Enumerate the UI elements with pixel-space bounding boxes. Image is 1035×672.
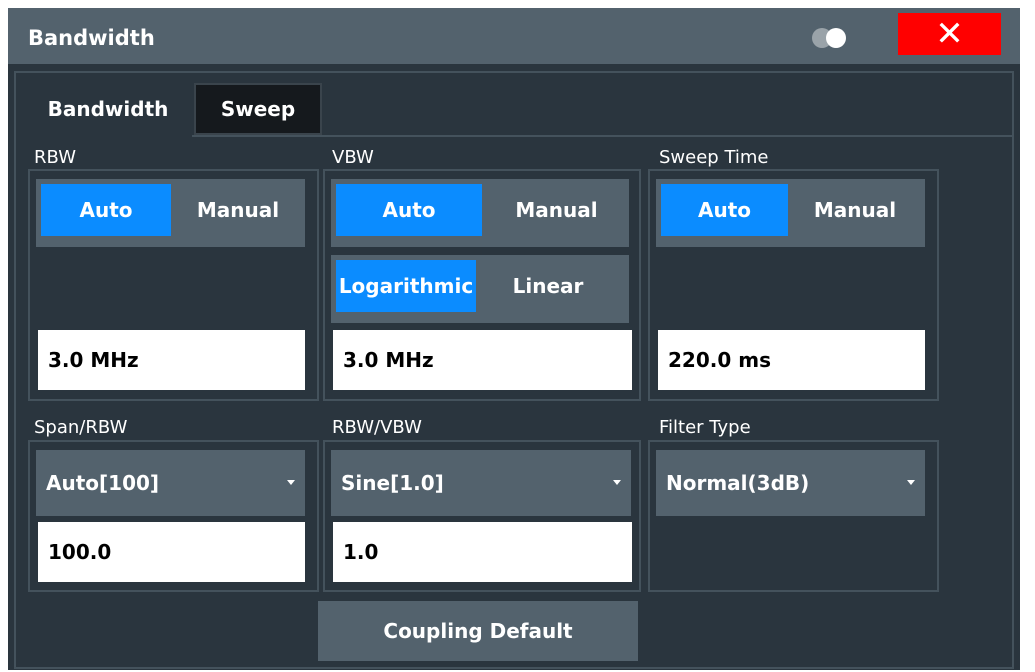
span-rbw-selected: Auto[100] — [46, 471, 160, 495]
rbw-mode-switch: Auto Manual — [36, 179, 305, 247]
span-rbw-value-field[interactable]: 100.0 — [38, 522, 305, 582]
tab-divider — [192, 135, 1012, 137]
coupling-default-button[interactable]: Coupling Default — [318, 601, 638, 661]
bandwidth-dialog: Bandwidth ✕ Bandwidth Sweep RBW Auto Man… — [8, 8, 1020, 670]
filter-type-label: Filter Type — [659, 417, 751, 438]
content-frame: Bandwidth Sweep RBW Auto Manual 3.0 MHz … — [14, 71, 1014, 669]
sweep-time-mode-switch: Auto Manual — [656, 179, 925, 247]
rbw-vbw-selected: Sine[1.0] — [341, 471, 444, 495]
sweep-time-auto-option[interactable]: Auto — [661, 184, 788, 236]
title-bar: Bandwidth ✕ — [8, 8, 1020, 64]
rbw-vbw-panel: Sine[1.0] 1.0 — [323, 440, 641, 592]
vbw-value-field[interactable]: 3.0 MHz — [333, 330, 632, 390]
rbw-vbw-label: RBW/VBW — [332, 417, 422, 438]
tab-bandwidth[interactable]: Bandwidth — [24, 83, 192, 135]
vbw-manual-option[interactable]: Manual — [484, 184, 629, 236]
caret-down-icon — [613, 480, 621, 485]
caret-down-icon — [907, 480, 915, 485]
rbw-vbw-value-field[interactable]: 1.0 — [333, 522, 632, 582]
span-rbw-label: Span/RBW — [34, 417, 128, 438]
vbw-scale-switch: Logarithmic Linear — [331, 255, 629, 323]
span-rbw-panel: Auto[100] 100.0 — [28, 440, 319, 592]
toggle-icon[interactable] — [808, 27, 858, 49]
sweep-time-label: Sweep Time — [659, 147, 769, 168]
filter-type-panel: Normal(3dB) — [648, 440, 939, 592]
tab-sweep[interactable]: Sweep — [194, 83, 322, 135]
dialog-title: Bandwidth — [28, 26, 155, 50]
close-icon: ✕ — [935, 14, 964, 54]
span-rbw-dropdown[interactable]: Auto[100] — [36, 450, 305, 516]
rbw-value-field[interactable]: 3.0 MHz — [38, 330, 305, 390]
rbw-auto-option[interactable]: Auto — [41, 184, 171, 236]
rbw-vbw-dropdown[interactable]: Sine[1.0] — [331, 450, 631, 516]
caret-down-icon — [287, 480, 295, 485]
sweep-time-panel: Auto Manual 220.0 ms — [648, 169, 939, 401]
vbw-logarithmic-option[interactable]: Logarithmic — [336, 260, 476, 312]
vbw-auto-option[interactable]: Auto — [336, 184, 482, 236]
vbw-label: VBW — [332, 147, 374, 168]
filter-type-selected: Normal(3dB) — [666, 471, 810, 495]
rbw-label: RBW — [34, 147, 77, 168]
sweep-time-manual-option[interactable]: Manual — [790, 184, 920, 236]
close-button[interactable]: ✕ — [898, 13, 1001, 55]
vbw-mode-switch: Auto Manual — [331, 179, 629, 247]
vbw-panel: Auto Manual Logarithmic Linear 3.0 MHz — [323, 169, 641, 401]
rbw-manual-option[interactable]: Manual — [173, 184, 303, 236]
sweep-time-value-field[interactable]: 220.0 ms — [658, 330, 925, 390]
rbw-panel: Auto Manual 3.0 MHz — [28, 169, 319, 401]
filter-type-dropdown[interactable]: Normal(3dB) — [656, 450, 925, 516]
vbw-linear-option[interactable]: Linear — [478, 260, 618, 312]
